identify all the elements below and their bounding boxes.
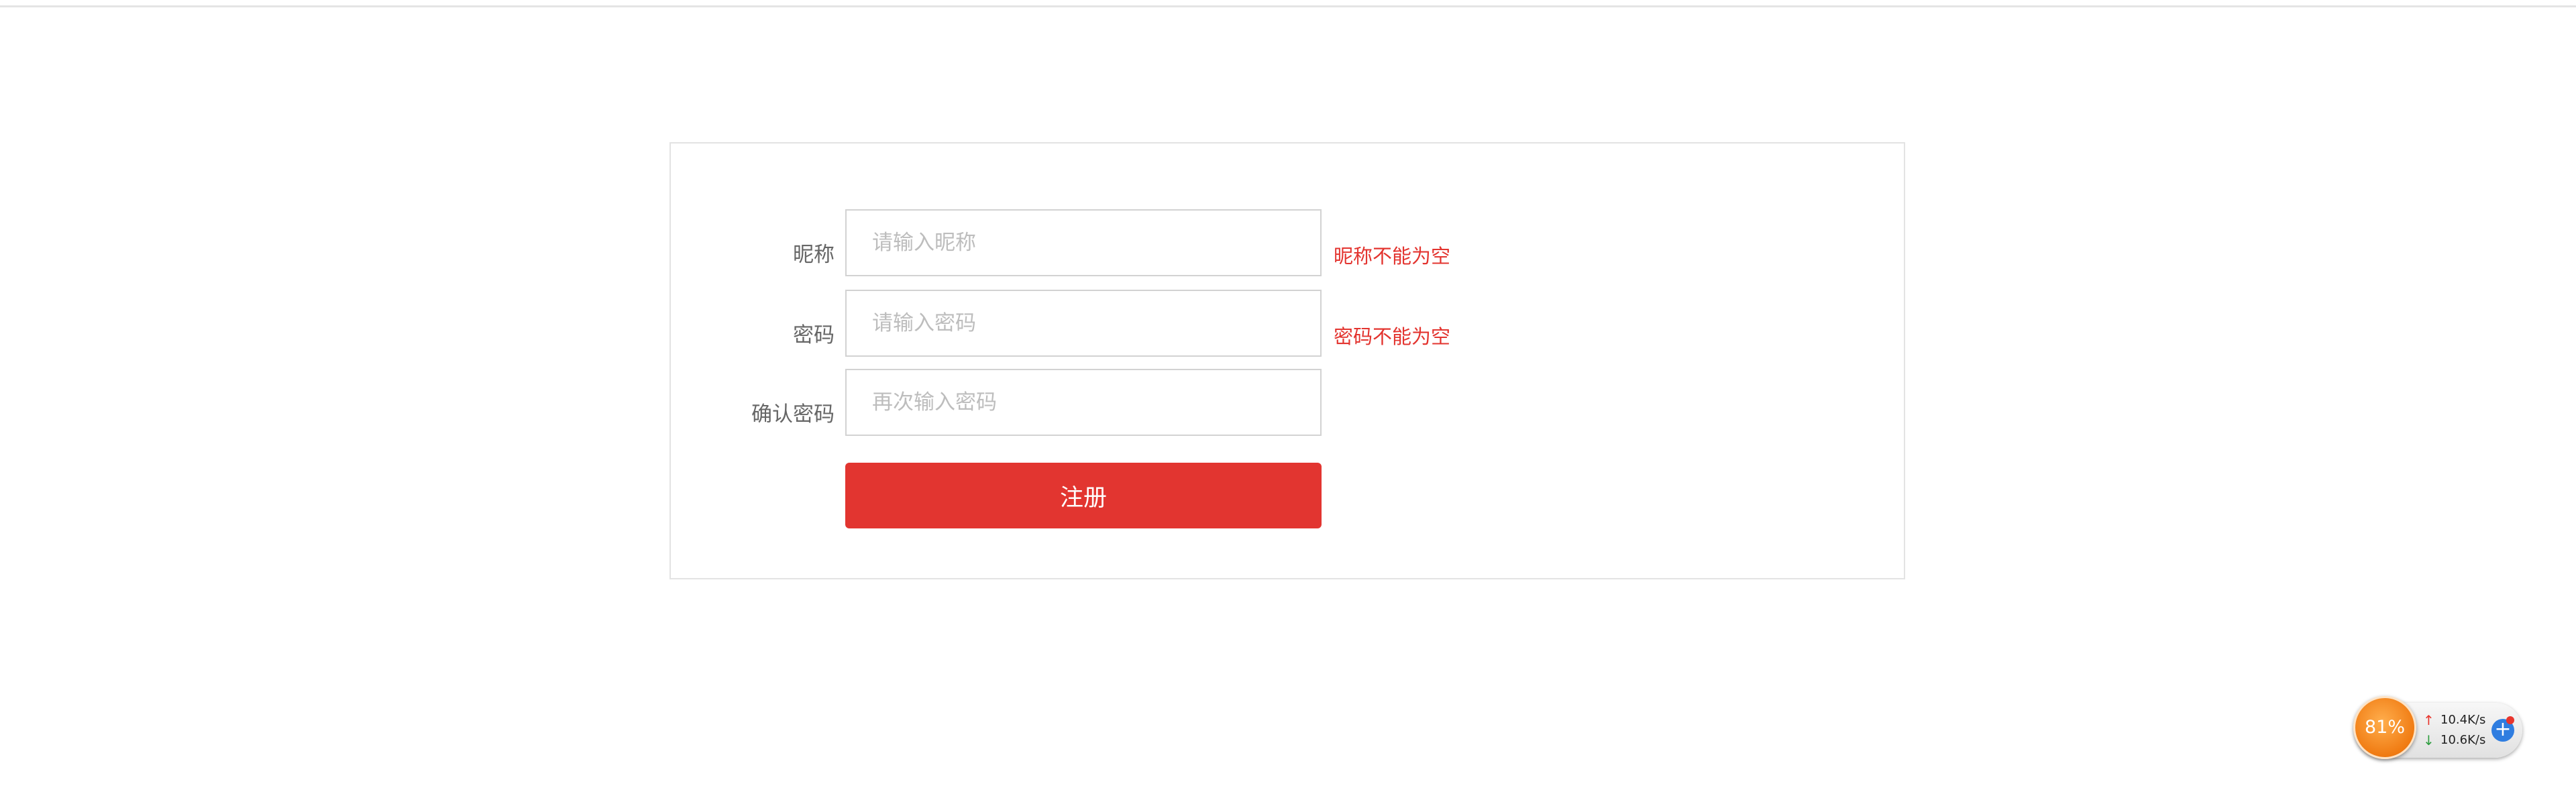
confirm-password-label-wrap: 确认密码 bbox=[671, 401, 835, 428]
password-error: 密码不能为空 bbox=[1334, 325, 1451, 348]
nickname-label-wrap: 昵称 bbox=[671, 241, 835, 268]
notification-dot bbox=[2506, 716, 2514, 724]
register-form: 昵称 昵称不能为空 密码 密码不能为空 确认密码 注册 bbox=[669, 142, 1905, 579]
upload-speed: 10.4K/s bbox=[2440, 713, 2486, 727]
nickname-input[interactable] bbox=[845, 209, 1322, 276]
password-label: 密码 bbox=[793, 323, 835, 347]
confirm-password-input[interactable] bbox=[845, 369, 1322, 436]
download-speed: 10.6K/s bbox=[2440, 733, 2486, 747]
arrow-down-icon: ↓ bbox=[2423, 732, 2434, 748]
register-button[interactable]: 注册 bbox=[845, 463, 1322, 528]
arrow-up-icon: ↑ bbox=[2423, 712, 2434, 728]
password-label-wrap: 密码 bbox=[671, 322, 835, 349]
usage-gauge[interactable]: 81% bbox=[2353, 696, 2416, 759]
top-divider bbox=[0, 5, 2576, 7]
nickname-error: 昵称不能为空 bbox=[1334, 245, 1451, 268]
password-input[interactable] bbox=[845, 290, 1322, 357]
nickname-label: 昵称 bbox=[793, 243, 835, 267]
confirm-password-label: 确认密码 bbox=[751, 402, 835, 426]
